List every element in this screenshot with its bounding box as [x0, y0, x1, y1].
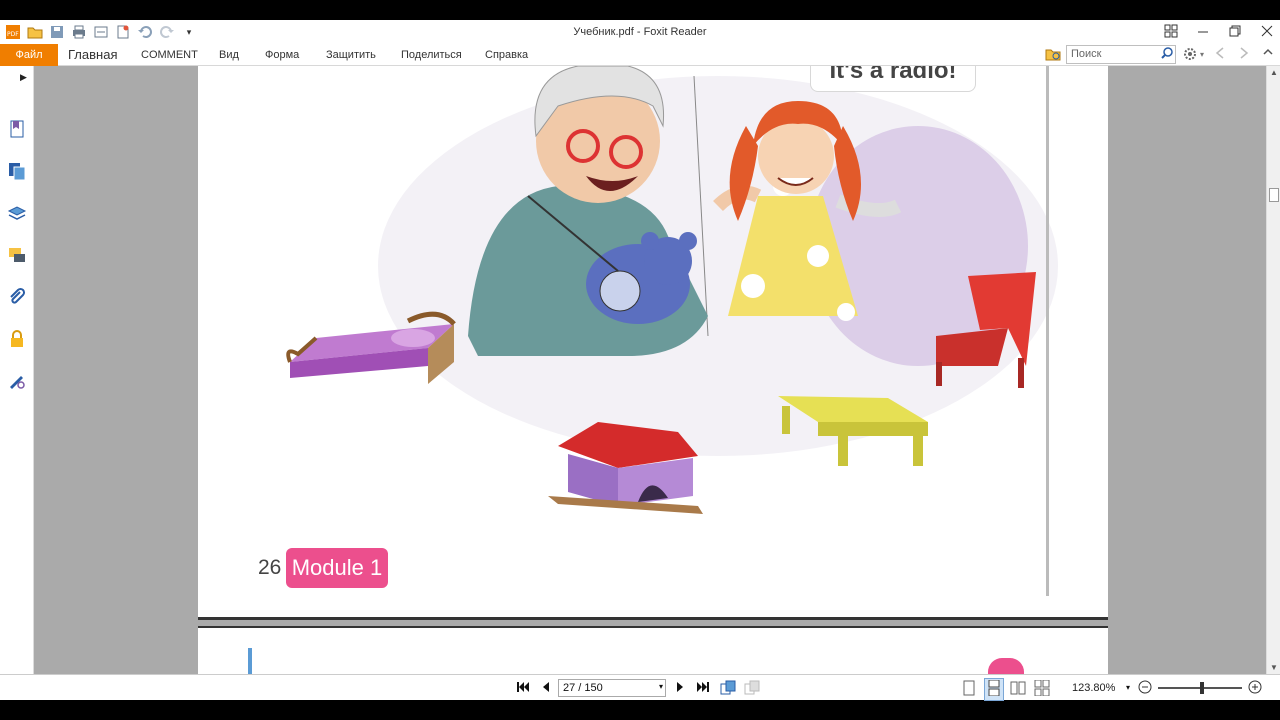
speech-bubble: It's a radio! [810, 66, 976, 92]
signature-icon[interactable] [6, 370, 28, 392]
next-page-icon[interactable] [674, 680, 686, 697]
vertical-scrollbar[interactable]: ▲ ▼ [1266, 66, 1280, 674]
attachments-icon[interactable] [6, 286, 28, 308]
layout-grid-icon[interactable] [1162, 22, 1180, 40]
ribbon-tabs: Файл Главная COMMENT Вид Форма Защитить … [0, 44, 1280, 66]
tab-home[interactable]: Главная [68, 44, 117, 66]
previous-view-icon[interactable] [1214, 46, 1226, 63]
tab-form[interactable]: Форма [265, 44, 299, 66]
page-decor-bar [248, 648, 252, 674]
scroll-thumb[interactable] [1269, 188, 1279, 202]
status-bar: 27 / 150 ▾ 123.80% ▾ [0, 674, 1280, 701]
restore-icon[interactable] [1226, 22, 1244, 40]
page-number-input[interactable]: 27 / 150 ▾ [558, 679, 666, 697]
layers-icon[interactable] [6, 202, 28, 224]
zoom-out-icon[interactable] [1138, 680, 1152, 697]
tab-view[interactable]: Вид [219, 44, 239, 66]
find-folder-icon[interactable] [1045, 46, 1061, 65]
scroll-down-icon[interactable]: ▼ [1270, 663, 1278, 672]
document-view[interactable]: It's a radio! 26 Module 1 [34, 66, 1266, 674]
pdf-page-27 [198, 626, 1108, 674]
next-view-icon[interactable] [744, 680, 760, 699]
settings-gear-icon[interactable] [1182, 46, 1198, 65]
continuous-facing-icon[interactable] [1034, 679, 1050, 699]
zoom-slider-knob[interactable] [1200, 682, 1204, 694]
tab-comment[interactable]: COMMENT [141, 44, 198, 66]
minimize-icon[interactable] [1194, 22, 1212, 40]
continuous-page-icon[interactable] [984, 678, 1004, 701]
search-icon[interactable] [1161, 47, 1173, 62]
tab-file[interactable]: Файл [0, 44, 58, 66]
first-page-icon[interactable] [516, 680, 530, 697]
zoom-slider[interactable] [1158, 682, 1242, 694]
page-number: 26 [258, 556, 282, 579]
close-icon[interactable] [1258, 22, 1276, 40]
page-indicator: 27 / 150 [563, 682, 603, 694]
bookmarks-icon[interactable] [6, 118, 28, 140]
facing-pages-icon[interactable] [1010, 680, 1026, 699]
comments-icon[interactable] [6, 244, 28, 266]
foxit-reader-window: PDF ▾ Учебник.pdf - Foxit Reader Файл Гл… [0, 20, 1280, 701]
window-title: Учебник.pdf - Foxit Reader [573, 26, 707, 38]
security-lock-icon[interactable] [6, 328, 28, 350]
expand-panel-icon[interactable]: ▶ [20, 72, 27, 83]
tab-share[interactable]: Поделиться [401, 44, 462, 66]
zoom-in-icon[interactable] [1248, 680, 1262, 697]
page-thumbnails-icon[interactable] [6, 160, 28, 182]
navigation-panel: ▶ [0, 66, 34, 674]
zoom-dropdown-icon[interactable]: ▾ [1126, 683, 1130, 692]
tab-protect[interactable]: Защитить [326, 44, 376, 66]
pdf-page-26: It's a radio! 26 Module 1 [198, 66, 1108, 620]
next-view-icon[interactable] [1238, 46, 1250, 63]
title-bar: PDF ▾ Учебник.pdf - Foxit Reader [0, 20, 1280, 44]
module-label: Module 1 [286, 548, 388, 588]
page-dropdown-icon[interactable]: ▾ [659, 682, 663, 691]
page-divider [1046, 66, 1049, 596]
tab-help[interactable]: Справка [485, 44, 528, 66]
previous-view-icon[interactable] [720, 680, 736, 699]
single-page-icon[interactable] [962, 680, 976, 699]
search-input[interactable]: Поиск [1066, 45, 1176, 64]
previous-page-icon[interactable] [540, 680, 552, 697]
search-placeholder: Поиск [1071, 48, 1102, 60]
window-controls [1162, 22, 1276, 40]
settings-dropdown-icon[interactable]: ▾ [1200, 50, 1204, 59]
scroll-up-icon[interactable]: ▲ [1270, 68, 1278, 77]
page-illustration [286, 66, 1058, 514]
collapse-ribbon-icon[interactable] [1262, 46, 1274, 61]
zoom-level[interactable]: 123.80% [1072, 682, 1115, 694]
page-decor-shape [988, 658, 1024, 674]
last-page-icon[interactable] [696, 680, 710, 697]
